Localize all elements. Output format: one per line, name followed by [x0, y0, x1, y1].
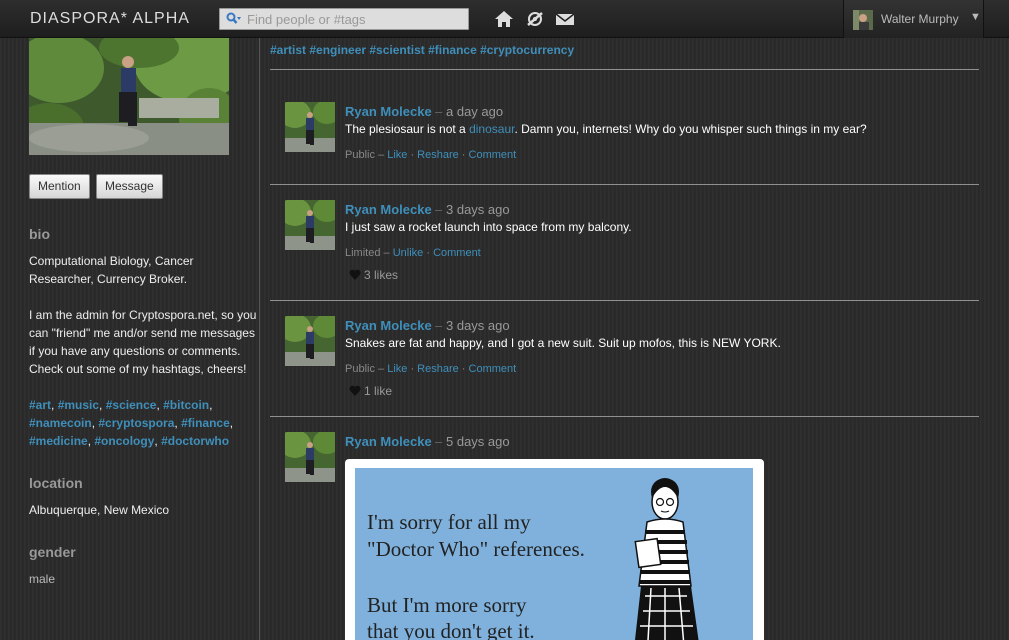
hashtag-link[interactable]: #medicine	[29, 434, 88, 448]
post: Ryan Molecke – a day ago The plesiosaur …	[285, 102, 975, 182]
hashtag-link[interactable]: #doctorwho	[161, 434, 229, 448]
hashtag-link[interactable]: #art	[29, 398, 51, 412]
bio-heading: bio	[29, 226, 50, 242]
post: Ryan Molecke – 3 days ago I just saw a r…	[285, 200, 975, 290]
profile-sidebar: Mention Message bio Computational Biolog…	[0, 38, 260, 640]
unlike-link[interactable]: Unlike	[393, 247, 424, 259]
post-link[interactable]: dinosaur	[469, 122, 514, 136]
reshare-link[interactable]: Reshare	[417, 149, 459, 161]
separator: –	[435, 434, 443, 449]
divider	[270, 416, 979, 417]
likes-count[interactable]: 1 like	[349, 384, 392, 398]
post-text: The plesiosaur is not a dinosaur. Damn y…	[345, 122, 867, 136]
separator: –	[435, 202, 443, 217]
likes-label: 3 likes	[364, 268, 399, 282]
post-text: Snakes are fat and happy, and I got a ne…	[345, 336, 781, 350]
like-link[interactable]: Like	[387, 149, 407, 161]
post-text-part: The plesiosaur is not a	[345, 122, 470, 136]
notifications-icon[interactable]	[525, 10, 545, 28]
chevron-down-icon[interactable]: ▼	[970, 11, 981, 23]
comment-link[interactable]: Comment	[469, 363, 517, 375]
post-stream: #artist #engineer #scientist #finance #c…	[270, 38, 979, 640]
gender-heading: gender	[29, 544, 76, 560]
divider	[270, 69, 979, 70]
post-avatar[interactable]	[285, 432, 335, 482]
post-avatar[interactable]	[285, 200, 335, 250]
post-photo[interactable]: I'm sorry for all my "Doctor Who" refere…	[345, 459, 764, 640]
post: Ryan Molecke – 5 days ago I'm sorry for …	[285, 432, 975, 640]
user-avatar	[853, 10, 873, 30]
separator: –	[435, 104, 443, 119]
post-time[interactable]: 5 days ago	[446, 434, 510, 449]
mail-icon[interactable]	[555, 10, 575, 28]
search-box[interactable]	[219, 8, 469, 30]
post-author[interactable]: Ryan Molecke	[345, 318, 432, 333]
likes-count[interactable]: 3 likes	[349, 268, 398, 282]
ecard-line: that you don't get it.	[367, 619, 535, 640]
post-meta: Public – Like · Reshare · Comment	[345, 363, 517, 375]
post-time[interactable]: a day ago	[446, 104, 503, 119]
woman-illustration	[634, 478, 699, 640]
ecard-line: I'm sorry for all my	[367, 510, 531, 534]
divider	[270, 184, 979, 185]
like-link[interactable]: Like	[387, 363, 407, 375]
post-text: I just saw a rocket launch into space fr…	[345, 220, 632, 234]
bio-hashtags: #art, #music, #science, #bitcoin, #namec…	[29, 398, 234, 448]
location-value: Albuquerque, New Mexico	[29, 503, 170, 517]
hashtag-link[interactable]: #bitcoin	[163, 398, 209, 412]
post-avatar[interactable]	[285, 102, 335, 152]
post-time[interactable]: 3 days ago	[446, 202, 510, 217]
hashtag-link[interactable]: #oncology	[94, 434, 154, 448]
gender-value: male	[29, 572, 56, 586]
bio-text-2: I am the admin for Cryptospora.net, so y…	[29, 308, 257, 376]
separator: –	[435, 318, 443, 333]
home-icon[interactable]	[494, 10, 514, 28]
hashtag-link[interactable]: #cryptospora	[98, 416, 174, 430]
comment-link[interactable]: Comment	[433, 247, 481, 259]
heart-icon	[349, 385, 361, 396]
bio-text-1: Computational Biology, Cancer Researcher…	[29, 254, 194, 286]
profile-tags[interactable]: #artist #engineer #scientist #finance #c…	[270, 43, 574, 57]
post-author[interactable]: Ryan Molecke	[345, 434, 432, 449]
heart-icon	[349, 269, 361, 280]
post: Ryan Molecke – 3 days ago Snakes are fat…	[285, 316, 975, 406]
user-menu[interactable]: Walter Murphy ▼	[843, 0, 984, 38]
brand-logo[interactable]: DIASPORA* ALPHA	[30, 10, 190, 28]
visibility-label: Public	[345, 149, 375, 161]
top-bar: DIASPORA* ALPHA Walter Murphy ▼	[0, 0, 1009, 38]
ecard-line: "Doctor Who" references.	[367, 537, 585, 561]
search-input[interactable]	[247, 11, 462, 27]
post-meta: Limited – Unlike · Comment	[345, 247, 481, 259]
post-time[interactable]: 3 days ago	[446, 318, 510, 333]
user-name: Walter Murphy	[881, 12, 959, 26]
divider	[270, 300, 979, 301]
reshare-link[interactable]: Reshare	[417, 363, 459, 375]
visibility-label: Public	[345, 363, 375, 375]
profile-photo	[29, 38, 229, 155]
location-heading: location	[29, 475, 83, 491]
hashtag-link[interactable]: #namecoin	[29, 416, 92, 430]
comment-link[interactable]: Comment	[469, 149, 517, 161]
post-avatar[interactable]	[285, 316, 335, 366]
hashtag-link[interactable]: #science	[106, 398, 157, 412]
message-button[interactable]: Message	[96, 174, 163, 199]
post-author[interactable]: Ryan Molecke	[345, 104, 432, 119]
likes-label: 1 like	[364, 384, 393, 398]
hashtag-link[interactable]: #music	[58, 398, 99, 412]
ecard-image: I'm sorry for all my "Doctor Who" refere…	[355, 468, 753, 640]
ecard-line: But I'm more sorry	[367, 593, 527, 617]
visibility-label: Limited	[345, 247, 381, 259]
mention-button[interactable]: Mention	[29, 174, 90, 199]
post-author[interactable]: Ryan Molecke	[345, 202, 432, 217]
post-text-part: . Damn you, internets! Why do you whispe…	[514, 122, 867, 136]
hashtag-link[interactable]: #finance	[181, 416, 230, 430]
post-meta: Public – Like · Reshare · Comment	[345, 149, 517, 161]
search-icon	[226, 12, 241, 24]
